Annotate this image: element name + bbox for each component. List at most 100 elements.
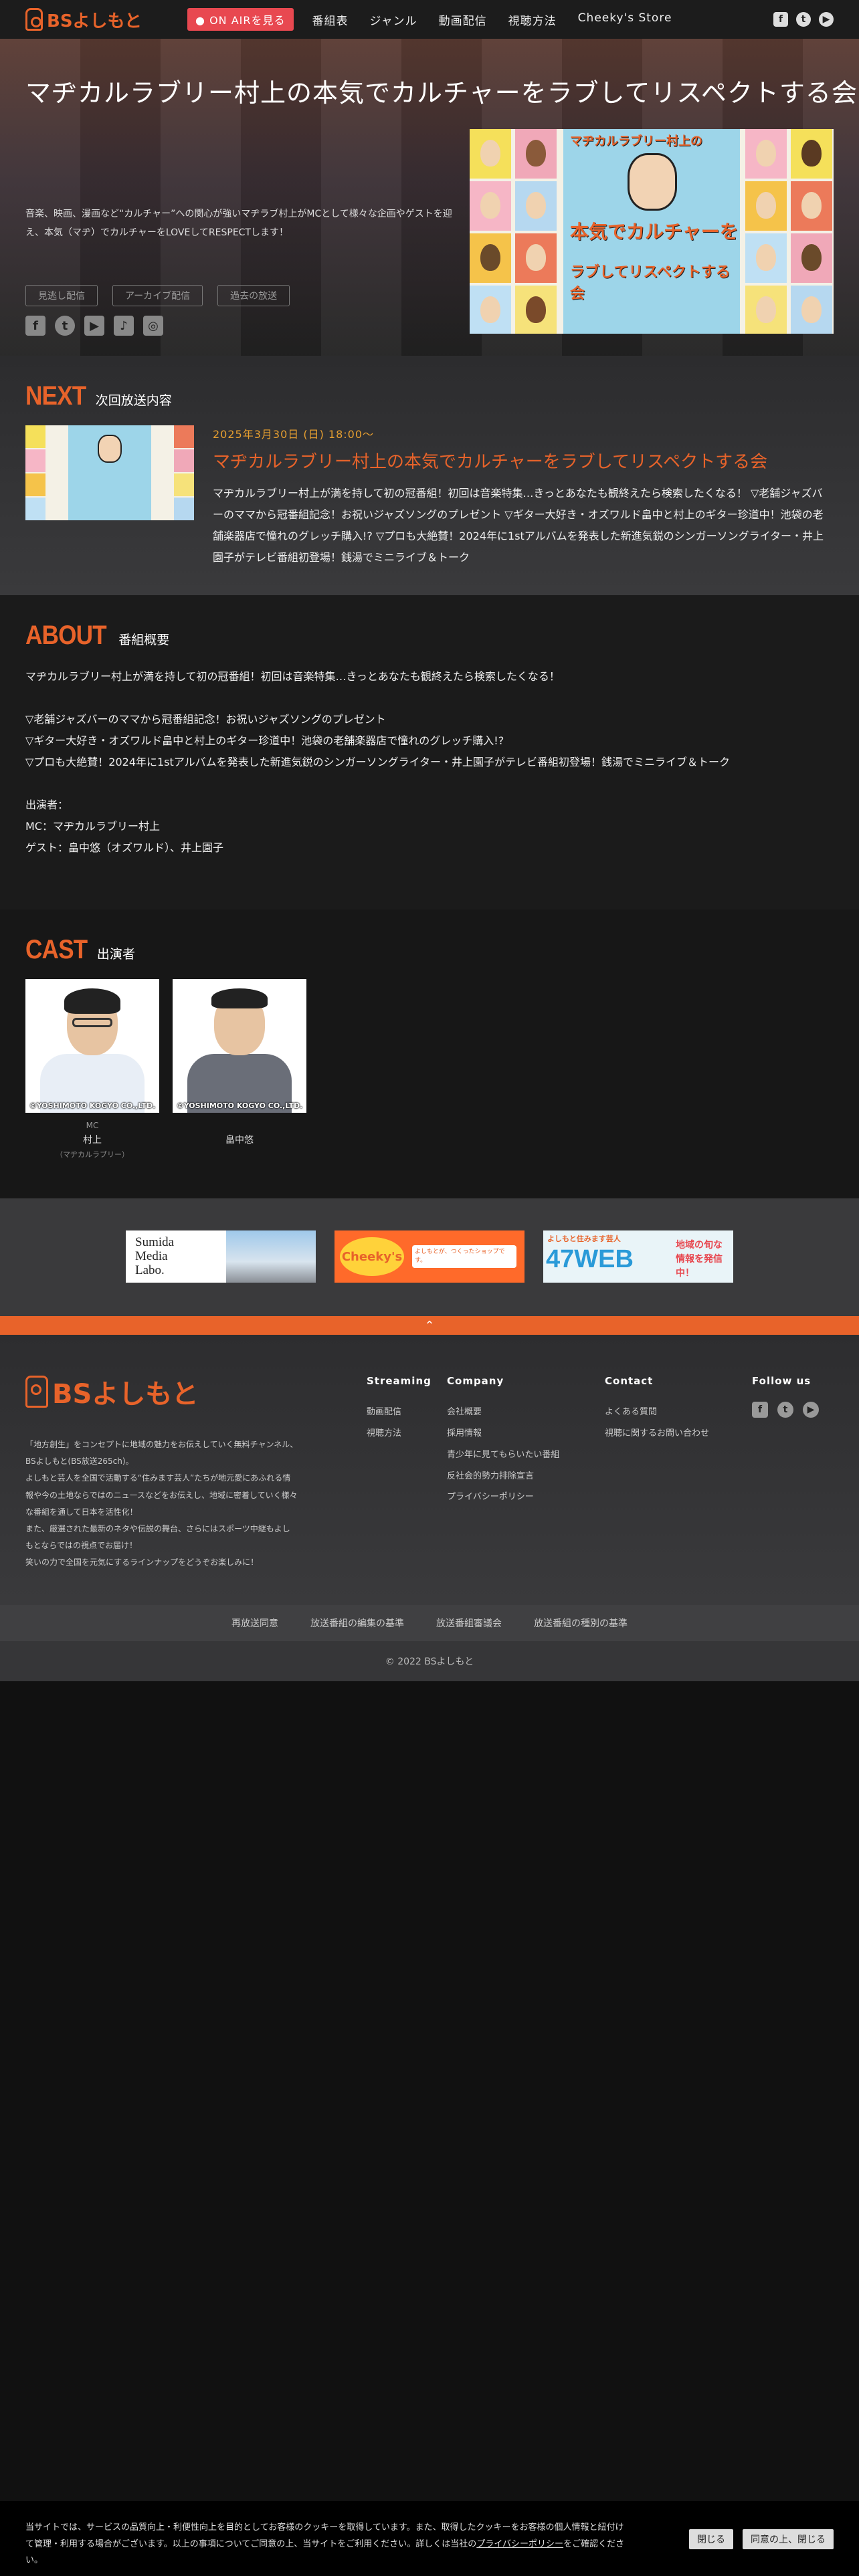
page-top-button[interactable]: ⌃ (0, 1316, 859, 1335)
tab-archive[interactable]: アーカイブ配信 (112, 285, 203, 306)
cheekys-logo: Cheeky's (340, 1237, 404, 1276)
youtube-icon[interactable]: ▶ (819, 12, 834, 27)
next-thumbnail[interactable] (25, 425, 194, 520)
cast-glasses (72, 1018, 112, 1027)
cookie-actions: 閉じる 同意の上、閉じる (689, 2520, 834, 2549)
section-heading-ja: 出演者 (96, 947, 135, 962)
twitter-icon[interactable]: t (777, 1402, 793, 1418)
banner-logo-text: 47WEB (546, 1245, 634, 1273)
footer-link[interactable]: 放送番組審議会 (436, 1616, 502, 1630)
footer-link[interactable]: 放送番組の種別の基準 (534, 1616, 628, 1630)
banner-cheekys[interactable]: Cheeky's よしもとが、つくったショップです。 (335, 1230, 524, 1283)
nav-item-store[interactable]: Cheeky's Store (567, 11, 683, 28)
footer-link[interactable]: 放送番組の編集の基準 (310, 1616, 404, 1630)
cookie-agree-button[interactable]: 同意の上、閉じる (743, 2529, 834, 2549)
tiktok-icon[interactable]: ♪ (114, 316, 134, 336)
site-logo[interactable]: BSよしもと (25, 7, 142, 32)
section-heading-en: CAST (25, 935, 88, 964)
privacy-policy-link[interactable]: プライバシーポリシー (476, 2539, 563, 2549)
footer-link[interactable]: よくある質問 (605, 1402, 709, 1423)
cast-card[interactable]: ©YOSHIMOTO KOGYO CO.,LTD. MC 村上 （マヂカルラブリ… (25, 979, 159, 1160)
youtube-icon[interactable]: ▶ (84, 316, 104, 336)
footer-desc-line: また、厳選された最新のネタや伝説の舞台、さらにはスポーツ中継もよし (25, 1523, 290, 1533)
footer-link[interactable]: 再放送同意 (231, 1616, 278, 1630)
footer-link[interactable]: 動画配信 (367, 1402, 432, 1423)
copyright: © 2022 BSよしもと (0, 1641, 859, 1681)
footer-col-contact: Contact よくある質問 視聴に関するお問い合わせ (605, 1375, 709, 1444)
host-caricature (628, 153, 677, 211)
twitter-icon[interactable]: t (796, 12, 811, 27)
kv-title-line: マヂカルラブリー村上の (570, 134, 702, 148)
kv-title-line: ラブしてリスペクトする会 (570, 264, 731, 302)
footer-desc-line: よしもと芸人を全国で活動する“住みます芸人”たちが地元愛にあふれる情 (25, 1473, 291, 1483)
portrait-tile (470, 181, 511, 231)
footer-link[interactable]: 採用情報 (447, 1423, 559, 1444)
next-broadcast-section: NEXT 次回放送内容 2025年3月30日 (日) 18:00〜 マヂカルラブ… (0, 356, 859, 595)
nav-item-genre[interactable]: ジャンル (359, 11, 428, 28)
nav-item-schedule[interactable]: 番組表 (302, 11, 359, 28)
about-line: ▽プロも大絶賛！2024年に1stアルバムを発表した新進気鋭のシンガーソングライ… (25, 756, 731, 768)
footer-desc-line: 報や今の土地ならではのニュースなどをお伝えし、地域に密着していく様々 (25, 1490, 298, 1500)
facebook-icon[interactable]: f (752, 1402, 768, 1418)
footer-link[interactable]: 会社概要 (447, 1402, 559, 1423)
program-summary: 音楽、映画、漫画など“カルチャー”への関心が強いマヂラブ村上がMCとして様々な企… (25, 209, 452, 238)
footer-description: 「地方創生」をコンセプトに地域の魅力をお伝えしていく無料チャンネル、 BSよしも… (25, 1436, 306, 1572)
cast-hair (211, 988, 268, 1008)
footer-link[interactable]: 視聴方法 (367, 1423, 432, 1444)
banner-brand: よしもと住みます芸人 (547, 1235, 621, 1243)
building-photo (226, 1230, 316, 1283)
about-line (25, 687, 828, 709)
nav-item-how-to-watch[interactable]: 視聴方法 (498, 11, 567, 28)
kv-title-line: 本気でカルチャーを (570, 221, 739, 243)
footer-link[interactable]: 反社会的勢力排除宣言 (447, 1466, 559, 1487)
about-body: マヂカルラブリー村上が満を持して初の冠番組！初回は音楽特集…きっとあなたも観終え… (25, 666, 828, 859)
tab-past-broadcasts[interactable]: 過去の放送 (217, 285, 290, 306)
footer-link[interactable]: 青少年に見てもらいたい番組 (447, 1444, 559, 1466)
footer-desc-line: もとならではの視点でお届け！ (25, 1541, 138, 1551)
next-air-date: 2025年3月30日 (日) 18:00〜 (213, 428, 375, 441)
main-nav: 番組表 ジャンル 動画配信 視聴方法 Cheeky's Store (302, 11, 683, 28)
youtube-icon[interactable]: ▶ (803, 1402, 819, 1418)
cast-group: （マヂカルラブリー） (56, 1150, 129, 1159)
portrait-tile (745, 129, 787, 179)
portrait-tile (25, 449, 45, 472)
cast-card[interactable]: ©YOSHIMOTO KOGYO CO.,LTD. 畠中悠 (173, 979, 306, 1146)
portrait-tile (25, 498, 45, 520)
cast-role (173, 1121, 306, 1130)
twitter-icon[interactable]: t (55, 316, 75, 336)
facebook-icon[interactable]: f (25, 316, 45, 336)
photo-copyright: ©YOSHIMOTO KOGYO CO.,LTD. (176, 1101, 303, 1110)
banner-sumida-media-labo[interactable]: Sumida Media Labo. (126, 1230, 316, 1283)
about-line: ▽老舗ジャズバーのママから冠番組記念！お祝いジャズソングのプレゼント (25, 713, 386, 726)
footer-desc-line: 「地方創生」をコンセプトに地域の魅力をお伝えしていく無料チャンネル、 (25, 1440, 298, 1449)
cast-section: CAST 出演者 ©YOSHIMOTO KOGYO CO.,LTD. MC 村上… (0, 909, 859, 1198)
footer-col-title: Streaming (367, 1375, 432, 1387)
banner-text-line: Media (135, 1249, 168, 1263)
nav-item-streaming[interactable]: 動画配信 (428, 11, 498, 28)
cast-role: MC (86, 1121, 99, 1130)
banner-text-line: Sumida (135, 1235, 175, 1249)
cast-hair (64, 988, 120, 1014)
cast-name: 畠中悠 (225, 1135, 254, 1146)
portrait-tile (791, 286, 832, 334)
footer-desc-line: BSよしもと(BS放送265ch)。 (25, 1457, 134, 1467)
program-key-visual: マヂカルラブリー村上の 本気でカルチャーを ラブしてリスペクトする会 (470, 129, 834, 334)
portrait-tile (174, 473, 194, 496)
footer-logo[interactable]: BSよしもと (25, 1372, 199, 1411)
logo-mark-icon (25, 1376, 48, 1408)
onair-button[interactable]: ● ON AIRを見る (187, 8, 294, 31)
tab-catchup[interactable]: 見逃し配信 (25, 285, 98, 306)
onair-label: ON AIRを見る (209, 14, 286, 27)
footer-col-title: Contact (605, 1375, 654, 1387)
cookie-close-button[interactable]: 閉じる (689, 2529, 733, 2549)
facebook-icon[interactable]: f (773, 12, 788, 27)
footer-link[interactable]: プライバシーポリシー (447, 1487, 559, 1508)
portrait-tile (25, 425, 45, 448)
banner-47web[interactable]: よしもと住みます芸人 47WEB 地域の旬な情報を発信中！ (543, 1230, 733, 1283)
page-background (0, 1681, 859, 2501)
next-title[interactable]: マヂカルラブリー村上の本気でカルチャーをラブしてリスペクトする会 (213, 448, 767, 473)
about-line: ゲスト：畠中悠（オズワルド）、井上園子 (25, 841, 224, 854)
footer-link[interactable]: 視聴に関するお問い合わせ (605, 1423, 709, 1444)
instagram-icon[interactable]: ◎ (143, 316, 163, 336)
header-social: f t ▶ (773, 12, 834, 27)
